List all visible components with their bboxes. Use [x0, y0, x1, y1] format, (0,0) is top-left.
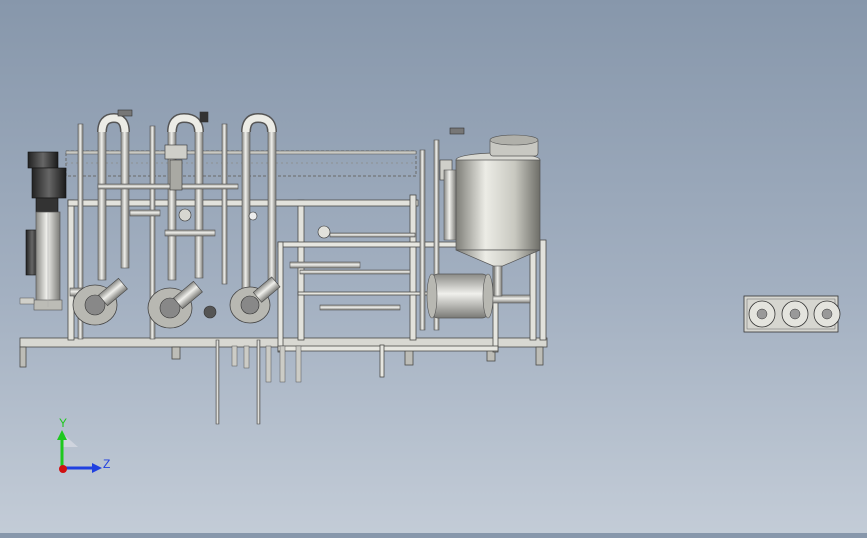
y-axis-label: Y: [59, 416, 67, 430]
z-axis-label: Z: [103, 457, 110, 471]
flange-plate-icon: [743, 295, 841, 333]
upper-grating: [65, 150, 417, 177]
origin-dot: [59, 465, 67, 473]
model-canvas: Y Z: [19, 109, 841, 473]
horizontal-vessel: [426, 273, 494, 319]
tank-icon: [443, 134, 541, 297]
axis-triad: Y Z: [57, 416, 110, 473]
cad-viewport[interactable]: Y Z: [0, 0, 867, 533]
z-axis-arrow: [92, 463, 102, 473]
y-axis-arrow: [57, 430, 67, 440]
pipe-loops: [97, 112, 277, 133]
motor-icon: [19, 151, 67, 311]
